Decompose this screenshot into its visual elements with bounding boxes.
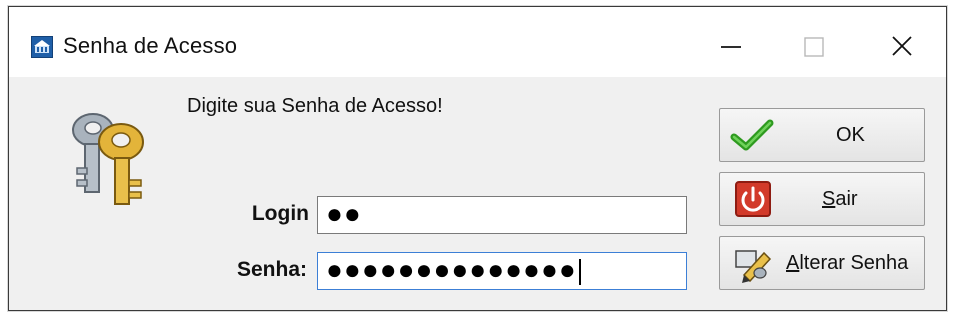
alterar-label-rest: lterar Senha — [799, 252, 909, 274]
close-button[interactable] — [869, 21, 935, 69]
sair-button-label: Sair — [822, 188, 858, 211]
login-value: ●● — [326, 198, 362, 229]
alterar-mnemonic: A — [786, 252, 800, 274]
window-title: Senha de Acesso — [63, 33, 238, 58]
login-label: Login — [251, 202, 309, 225]
maximize-button[interactable] — [781, 21, 847, 69]
close-icon — [892, 36, 912, 56]
password-field[interactable]: ●●●●●●●●●●●●●● — [317, 252, 687, 290]
login-field[interactable]: ●● — [317, 196, 687, 234]
minimize-button[interactable] — [701, 21, 767, 69]
pen-key-icon — [735, 250, 772, 283]
ok-button[interactable]: OK — [719, 108, 925, 162]
alterar-senha-button[interactable]: Alterar Senha — [719, 236, 925, 290]
keys-icon — [57, 102, 167, 212]
power-icon — [735, 181, 771, 217]
checkmark-icon — [730, 119, 774, 151]
password-value: ●●●●●●●●●●●●●● — [326, 254, 577, 285]
dialog-window: Senha de Acesso Digite sua Senha de Aces… — [8, 6, 947, 311]
alterar-senha-label: Alterar Senha — [786, 252, 908, 275]
sair-mnemonic: S — [822, 188, 836, 210]
ok-button-label: OK — [836, 124, 865, 146]
prompt-text: Digite sua Senha de Acesso! — [187, 95, 443, 117]
minimize-icon — [721, 46, 741, 48]
senha-label: Senha: — [236, 258, 307, 281]
sair-button[interactable]: Sair — [719, 172, 925, 226]
sair-label-rest: air — [835, 188, 858, 210]
text-caret — [578, 258, 581, 285]
maximize-icon — [804, 37, 824, 57]
title-bar[interactable]: Senha de Acesso — [9, 7, 946, 77]
app-logo-icon — [31, 36, 53, 58]
